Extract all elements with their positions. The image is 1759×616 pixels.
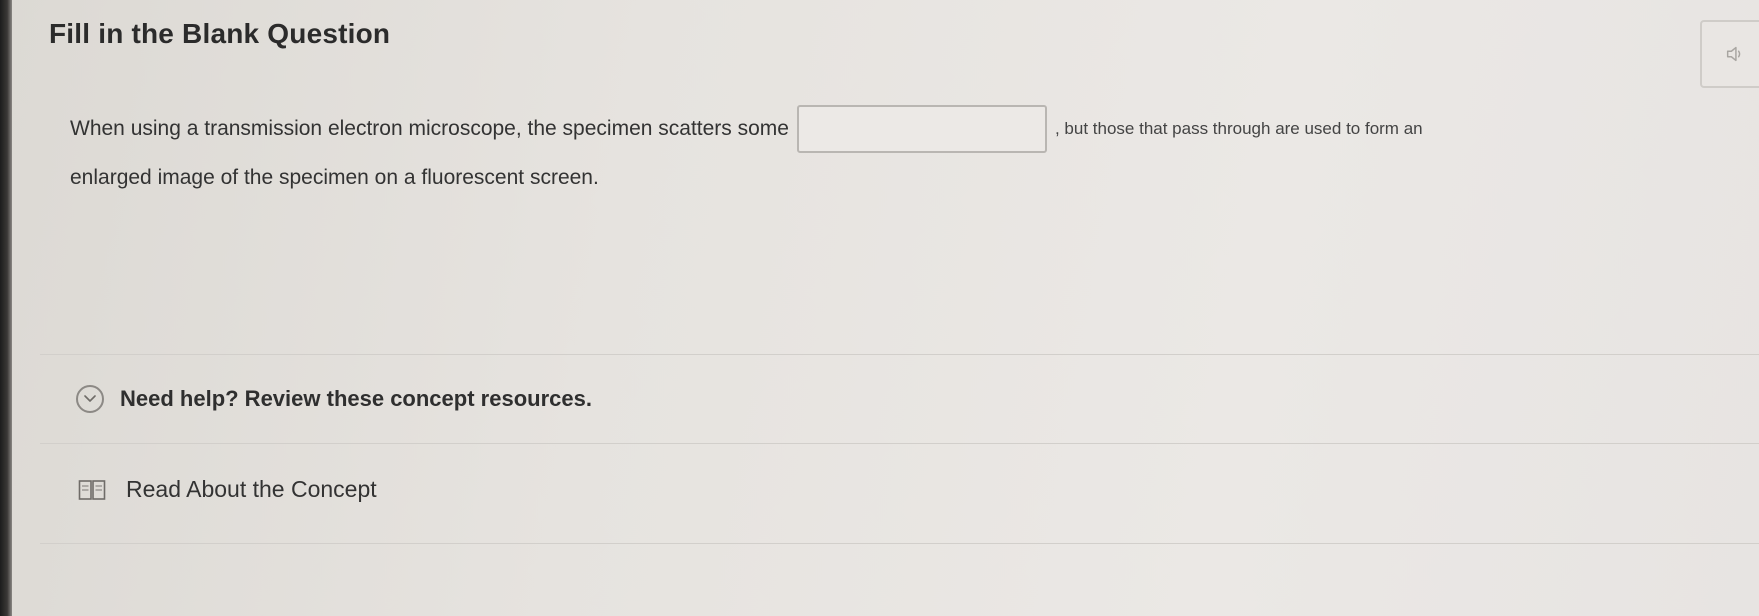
question-text-before: When using a transmission electron micro… (70, 117, 789, 140)
resource-item: Read About the Concept (40, 444, 1759, 544)
concept-resources-panel: Need help? Review these concept resource… (40, 354, 1759, 444)
read-about-concept-label: Read About the Concept (126, 476, 377, 502)
blank-answer-input[interactable] (796, 105, 1047, 153)
question-line-1: When using a transmission electron micro… (70, 102, 1690, 156)
read-aloud-button[interactable] (1700, 20, 1759, 88)
window-edge (0, 0, 12, 616)
concept-resources-label: Need help? Review these concept resource… (120, 386, 592, 411)
concept-resources-toggle[interactable]: Need help? Review these concept resource… (76, 385, 592, 413)
question-line-2: enlarged image of the specimen on a fluo… (70, 166, 599, 189)
question-body: When using a transmission electron micro… (70, 102, 1690, 190)
read-about-concept-link[interactable]: Read About the Concept (78, 476, 377, 503)
question-text-after: , but those that pass through are used t… (1054, 119, 1423, 138)
speaker-icon (1726, 46, 1741, 62)
chevron-down-icon (76, 385, 104, 413)
book-icon (78, 479, 106, 500)
page-title: Fill in the Blank Question (49, 18, 391, 49)
